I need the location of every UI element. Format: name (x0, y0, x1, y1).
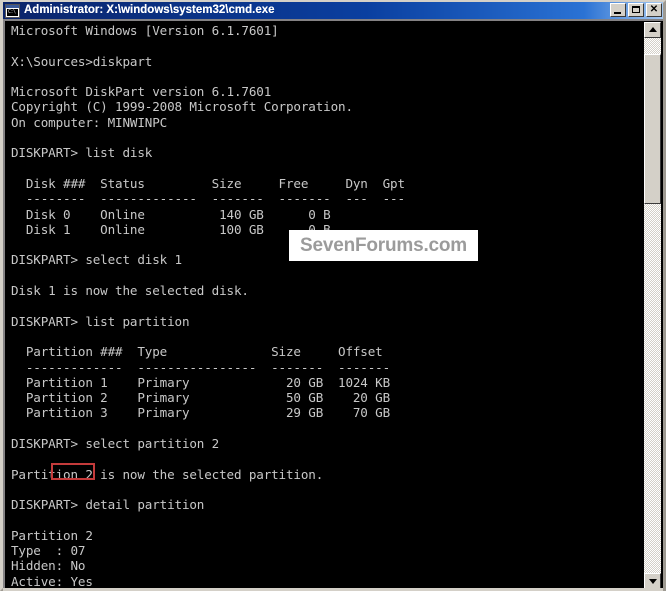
console-line: Partition 2 is now the selected partitio… (11, 466, 324, 482)
maximize-button[interactable] (628, 3, 644, 17)
minimize-button[interactable] (610, 3, 626, 17)
console-line: Type : 07 (11, 543, 86, 559)
close-icon: ✕ (649, 4, 659, 15)
console-client-area: Microsoft Windows [Version 6.1.7601] X:\… (3, 19, 663, 590)
scroll-up-button[interactable] (644, 22, 661, 38)
console-line: Disk 1 is now the selected disk. (11, 283, 249, 299)
cmd-prompt-icon[interactable]: C:\ (5, 3, 20, 18)
watermark-text: SevenForums.com (300, 234, 467, 256)
console-line: Microsoft Windows [Version 6.1.7601] (11, 23, 279, 38)
console-line: DISKPART> list disk (11, 145, 153, 161)
vertical-scrollbar[interactable] (639, 21, 663, 590)
chevron-down-icon (648, 579, 657, 584)
console-line: ------------- ---------------- ------- -… (11, 359, 391, 375)
console-line: Microsoft DiskPart version 6.1.7601 (11, 84, 272, 100)
icon-titlebar-strip (6, 4, 19, 8)
console-line: On computer: MINWINPC (11, 114, 168, 130)
window-controls: ✕ (610, 3, 662, 17)
maximize-icon (629, 4, 643, 16)
console-line: Partition 2 Primary 50 GB 20 GB (11, 390, 391, 406)
console-line: -------- ------------- ------- ------- -… (11, 191, 405, 207)
console-line: Disk ### Status Size Free Dyn Gpt (11, 175, 405, 191)
icon-console-glyph: C:\ (7, 8, 18, 16)
console-line: DISKPART> select partition 2 (11, 436, 220, 452)
console-line: Partition 1 Primary 20 GB 1024 KB (11, 374, 391, 390)
console-output[interactable]: Microsoft Windows [Version 6.1.7601] X:\… (7, 21, 641, 590)
scrollbar-thumb[interactable] (644, 54, 661, 204)
console-line: Partition ### Type Size Offset (11, 344, 383, 360)
console-line: Hidden: No (11, 558, 86, 574)
watermark-sevenforums: SevenForums.com (289, 230, 478, 261)
console-line: Partition 3 Primary 29 GB 70 GB (11, 405, 391, 421)
console-line: X:\Sources>diskpart (11, 53, 153, 69)
console-line: Active: Yes (11, 573, 93, 589)
title-bar[interactable]: C:\ Administrator: X:\windows\system32\c… (3, 2, 663, 19)
window-title: Administrator: X:\windows\system32\cmd.e… (24, 4, 275, 16)
console-line: Disk 0 Online 140 GB 0 B (11, 206, 331, 222)
cmd-window: C:\ Administrator: X:\windows\system32\c… (0, 0, 666, 591)
console-line: DISKPART> list partition (11, 313, 190, 329)
close-button[interactable]: ✕ (646, 3, 662, 17)
console-line: DISKPART> detail partition (11, 497, 205, 513)
chevron-up-icon (648, 27, 657, 32)
scroll-down-button[interactable] (644, 573, 661, 589)
console-line: Partition 2 (11, 527, 93, 543)
console-line: Copyright (C) 1999-2008 Microsoft Corpor… (11, 99, 353, 115)
minimize-icon (611, 4, 625, 16)
